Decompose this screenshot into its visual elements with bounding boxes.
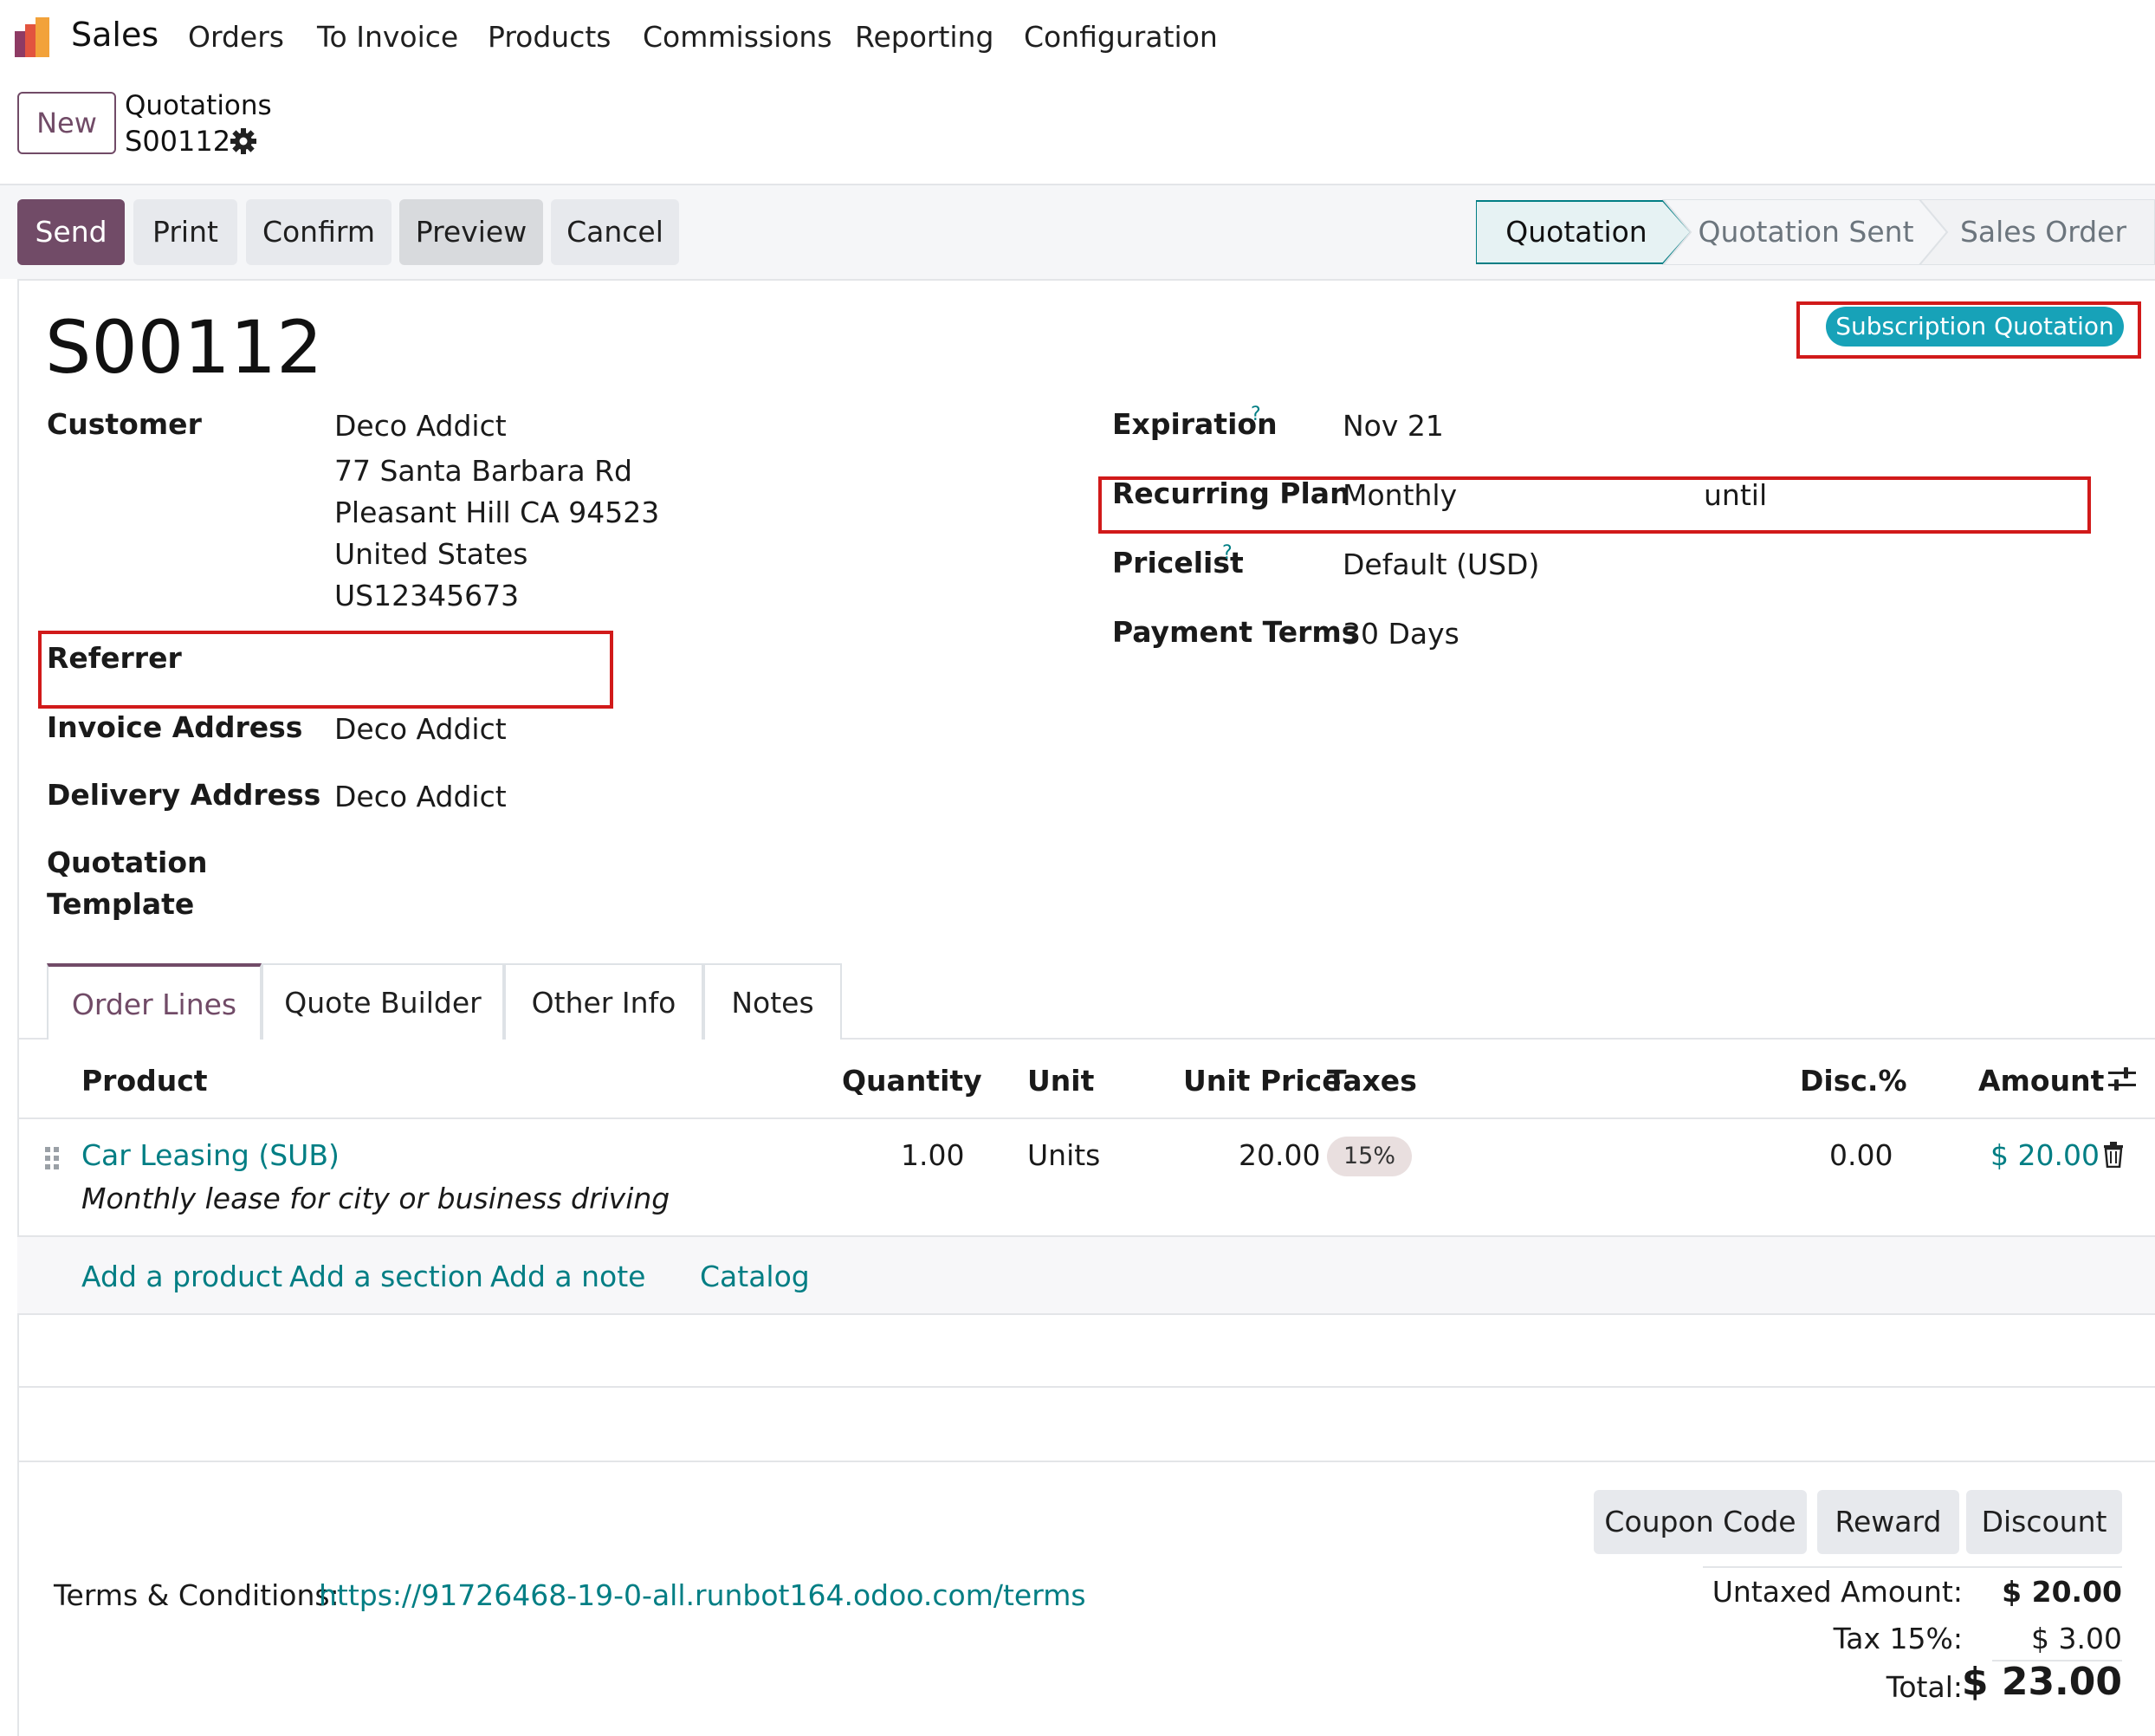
recurring-plan-label: Recurring Plan <box>1112 476 1350 510</box>
customer-street: 77 Santa Barbara Rd <box>334 454 632 488</box>
col-taxes[interactable]: Taxes <box>1327 1064 1417 1098</box>
discount-button[interactable]: Discount <box>1966 1490 2122 1554</box>
template-label-line2: Template <box>47 887 195 921</box>
customer-label: Customer <box>47 407 202 441</box>
line-discount[interactable]: 0.00 <box>1829 1138 1893 1172</box>
add-product-link[interactable]: Add a product <box>81 1260 282 1293</box>
customer-city: Pleasant Hill CA 94523 <box>334 496 660 529</box>
sales-app-icon[interactable] <box>15 17 55 57</box>
expiration-value[interactable]: Nov 21 <box>1343 409 1444 443</box>
tax-label: Tax 15%: <box>1833 1622 1963 1655</box>
template-label-line1: Quotation <box>47 845 208 879</box>
breadcrumb-current: S00112 <box>125 125 231 158</box>
end-date-field[interactable] <box>1793 478 2070 516</box>
line-product[interactable]: Car Leasing (SUB) <box>81 1138 340 1172</box>
record-name: S00112 <box>45 305 323 390</box>
totals-top-border <box>1703 1566 2122 1568</box>
optional-columns-icon[interactable] <box>2106 1064 2138 1095</box>
menu-configuration[interactable]: Configuration <box>1024 20 1218 54</box>
row-divider <box>17 1313 2155 1315</box>
send-button[interactable]: Send <box>17 199 125 265</box>
customer-country: United States <box>334 537 528 571</box>
line-amount: $ 20.00 <box>1990 1138 2100 1172</box>
tab-order-lines[interactable]: Order Lines <box>47 963 262 1040</box>
stage-sales-order[interactable]: Sales Order <box>1944 199 2143 265</box>
tax-value: $ 3.00 <box>2031 1622 2122 1655</box>
add-section-link[interactable]: Add a section <box>289 1260 483 1293</box>
col-product[interactable]: Product <box>81 1064 208 1098</box>
menu-products[interactable]: Products <box>488 20 612 54</box>
preview-button[interactable]: Preview <box>399 199 543 265</box>
add-note-link[interactable]: Add a note <box>490 1260 645 1293</box>
new-button[interactable]: New <box>17 92 116 154</box>
breadcrumb-parent[interactable]: Quotations <box>125 90 272 121</box>
menu-to-invoice[interactable]: To Invoice <box>317 20 458 54</box>
payment-terms-label: Payment Terms <box>1112 615 1359 649</box>
line-description[interactable]: Monthly lease for city or business drivi… <box>81 1182 670 1215</box>
row-divider <box>17 1461 2155 1462</box>
col-quantity[interactable]: Quantity <box>842 1064 982 1098</box>
menu-commissions[interactable]: Commissions <box>643 20 832 54</box>
stage-quotation-sent[interactable]: Quotation Sent <box>1689 199 1923 265</box>
gear-icon[interactable] <box>230 127 257 155</box>
terms-label: Terms & Conditions: <box>54 1578 340 1612</box>
col-amount[interactable]: Amount <box>1978 1064 2104 1098</box>
col-discount[interactable]: Disc.% <box>1800 1064 1907 1098</box>
reward-button[interactable]: Reward <box>1817 1490 1959 1554</box>
row-divider <box>17 1386 2155 1388</box>
line-quantity[interactable]: 1.00 <box>901 1138 964 1172</box>
total-value: $ 23.00 <box>1961 1660 2122 1704</box>
cancel-button[interactable]: Cancel <box>551 199 679 265</box>
tab-other-info[interactable]: Other Info <box>504 963 703 1040</box>
quotation-template-field[interactable] <box>334 845 854 884</box>
catalog-link[interactable]: Catalog <box>700 1260 810 1293</box>
stage-quotation[interactable]: Quotation <box>1476 199 1677 265</box>
payment-terms-value[interactable]: 30 Days <box>1343 617 1459 651</box>
app-name[interactable]: Sales <box>71 16 159 54</box>
untaxed-value: $ 20.00 <box>2002 1575 2122 1609</box>
print-button[interactable]: Print <box>133 199 237 265</box>
menu-reporting[interactable]: Reporting <box>855 20 993 54</box>
invoice-address-value[interactable]: Deco Addict <box>334 712 507 746</box>
tabs-baseline-right <box>842 1038 2155 1040</box>
col-unit[interactable]: Unit <box>1027 1064 1094 1098</box>
recurring-plan-value[interactable]: Monthly <box>1343 478 1457 512</box>
referrer-label: Referrer <box>47 641 182 675</box>
header-row-divider <box>17 1117 2155 1119</box>
line-unit[interactable]: Units <box>1027 1138 1100 1172</box>
tab-quote-builder[interactable]: Quote Builder <box>262 963 504 1040</box>
untaxed-label: Untaxed Amount: <box>1712 1575 1963 1609</box>
drag-handle-icon[interactable] <box>43 1145 61 1171</box>
tab-notes[interactable]: Notes <box>703 963 842 1040</box>
invoice-address-label: Invoice Address <box>47 710 303 744</box>
tabs-baseline-left <box>17 1038 47 1040</box>
line-tax-badge[interactable]: 15% <box>1327 1137 1412 1176</box>
menu-orders[interactable]: Orders <box>188 20 284 54</box>
customer-name[interactable]: Deco Addict <box>334 409 507 443</box>
help-icon[interactable]: ? <box>1222 542 1233 564</box>
terms-link[interactable]: https://91726468-19-0-all.runbot164.odoo… <box>319 1578 1086 1612</box>
referrer-field[interactable] <box>334 641 594 679</box>
trash-icon[interactable] <box>2103 1142 2124 1168</box>
delivery-address-label: Delivery Address <box>47 778 321 812</box>
recurring-until-label: until <box>1704 478 1768 512</box>
pricelist-value[interactable]: Default (USD) <box>1343 547 1539 581</box>
delivery-address-value[interactable]: Deco Addict <box>334 780 507 813</box>
subscription-badge: Subscription Quotation <box>1826 307 2124 347</box>
col-unit-price[interactable]: Unit Price <box>1183 1064 1342 1098</box>
help-icon[interactable]: ? <box>1251 404 1261 425</box>
customer-vat: US12345673 <box>334 579 520 612</box>
coupon-code-button[interactable]: Coupon Code <box>1594 1490 1807 1554</box>
line-unit-price[interactable]: 20.00 <box>1239 1138 1320 1172</box>
confirm-button[interactable]: Confirm <box>246 199 392 265</box>
